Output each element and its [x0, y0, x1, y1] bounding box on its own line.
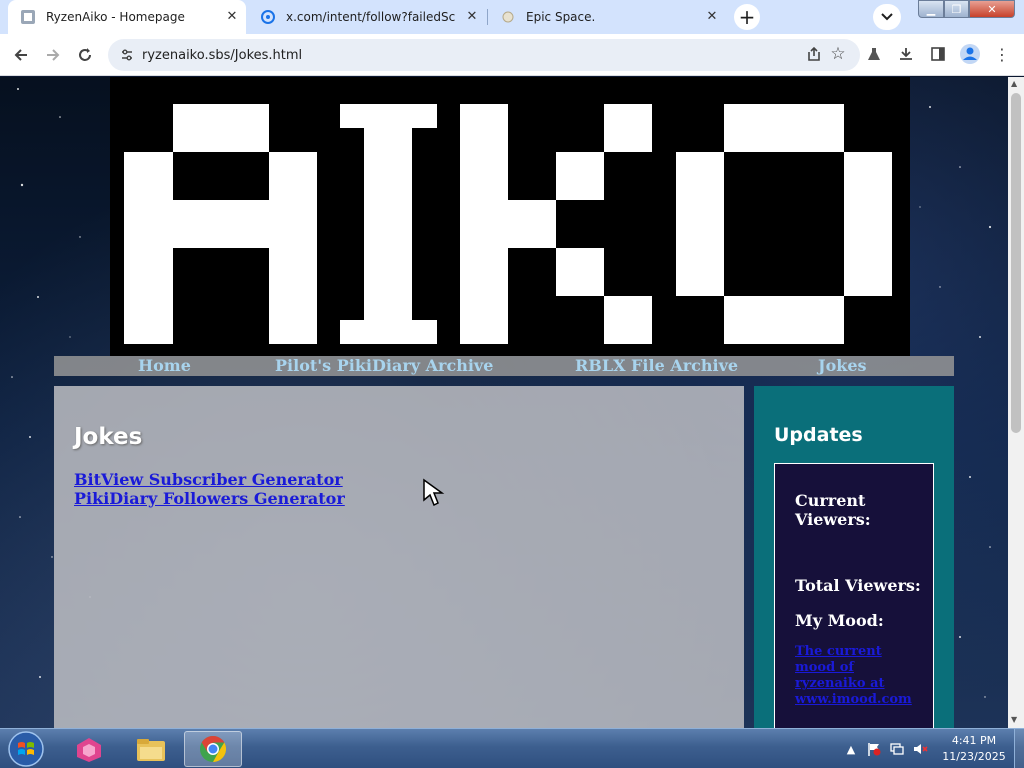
- stats-box: Current Viewers: Total Viewers: My Mood:…: [774, 463, 934, 728]
- arrow-right-icon: [47, 49, 60, 61]
- new-tab-button[interactable]: +: [734, 4, 760, 30]
- minimize-button[interactable]: ▁: [918, 0, 944, 18]
- pikidiary-generator-link[interactable]: PikiDiary Followers Generator: [74, 489, 345, 508]
- total-viewers-label: Total Viewers:: [795, 576, 921, 595]
- window-controls: ▁ ❐ ✕: [918, 0, 1015, 18]
- pink-app-icon: [77, 738, 101, 762]
- tab-title: Epic Space.: [526, 10, 596, 24]
- side-panel-button[interactable]: [926, 42, 950, 66]
- site-nav: Home Pilot's PikiDiary Archive RBLX File…: [54, 356, 954, 376]
- scroll-thumb[interactable]: [1011, 93, 1021, 433]
- back-button[interactable]: [8, 42, 34, 68]
- close-tab-icon[interactable]: ✕: [464, 9, 480, 25]
- page-viewport: Home Pilot's PikiDiary Archive RBLX File…: [0, 77, 1008, 728]
- action-center-flag-icon[interactable]: [865, 740, 883, 758]
- windows-logo-icon: [8, 731, 44, 767]
- page-scrollbar[interactable]: ▲ ▼: [1008, 77, 1024, 728]
- current-viewers-label: Current Viewers:: [795, 491, 871, 529]
- nav-pikidiary-archive-link[interactable]: Pilot's PikiDiary Archive: [275, 356, 493, 376]
- volume-muted-icon[interactable]: [911, 740, 929, 758]
- updates-sidebar: Updates Current Viewers: Total Viewers: …: [754, 386, 954, 728]
- side-panel-icon: [931, 47, 945, 61]
- network-icon[interactable]: [888, 740, 906, 758]
- taskbar-app-pinned[interactable]: [60, 731, 118, 767]
- show-desktop-button[interactable]: [1014, 729, 1024, 768]
- tab-ryzenaiko-homepage[interactable]: RyzenAiko - Homepage ✕: [8, 0, 246, 34]
- bookmark-button[interactable]: ☆: [826, 42, 850, 66]
- flask-icon: [868, 48, 880, 60]
- download-icon: [900, 48, 912, 60]
- address-bar[interactable]: ryzenaiko.sbs/Jokes.html: [108, 39, 860, 71]
- mouse-cursor-icon: [423, 478, 445, 507]
- scroll-down-icon[interactable]: ▼: [1011, 715, 1017, 724]
- download-button[interactable]: [894, 42, 918, 66]
- start-button[interactable]: [4, 730, 48, 768]
- bitview-generator-link[interactable]: BitView Subscriber Generator: [74, 470, 345, 489]
- arrow-left-icon: [14, 49, 27, 61]
- chevron-down-icon: [881, 13, 893, 21]
- forward-button[interactable]: [40, 42, 66, 68]
- nav-home-link[interactable]: Home: [138, 356, 191, 376]
- url-text: ryzenaiko.sbs/Jokes.html: [142, 47, 303, 63]
- star-icon: ☆: [830, 44, 846, 64]
- share-button[interactable]: [802, 42, 826, 66]
- site-info-icon[interactable]: [120, 48, 134, 62]
- tab-strip: RyzenAiko - Homepage ✕ x.com/intent/foll…: [0, 0, 1024, 34]
- page-title: Jokes: [74, 424, 143, 450]
- profile-button[interactable]: [958, 42, 982, 66]
- chrome-icon: [200, 735, 227, 763]
- close-tab-icon[interactable]: ✕: [224, 9, 240, 25]
- folder-icon: [137, 739, 165, 761]
- system-clock[interactable]: 4:41 PM 11/23/2025: [938, 733, 1010, 765]
- share-icon: [808, 46, 820, 61]
- maximize-button[interactable]: ❐: [944, 0, 969, 18]
- taskbar-file-explorer[interactable]: [122, 731, 180, 767]
- tab-title: x.com/intent/follow?failedScript: [286, 10, 456, 24]
- clock-date: 11/23/2025: [942, 750, 1006, 763]
- aiko-logo: [110, 77, 910, 356]
- page-icon: [20, 9, 36, 25]
- loading-icon: [260, 9, 276, 25]
- extension-button[interactable]: [862, 42, 886, 66]
- tab-epic-space[interactable]: Epic Space. ✕: [488, 0, 726, 34]
- close-window-button[interactable]: ✕: [969, 0, 1015, 18]
- more-vert-icon: ⋮: [994, 44, 1010, 64]
- main-content: Jokes BitView Subscriber Generator PikiD…: [54, 386, 744, 728]
- taskbar: ▲ 4:41 PM 11/23/2025: [0, 728, 1024, 768]
- reload-icon: [79, 48, 91, 61]
- my-mood-label: My Mood:: [795, 611, 884, 630]
- reload-button[interactable]: [72, 42, 98, 68]
- page-icon: [500, 9, 516, 25]
- tab-title: RyzenAiko - Homepage: [46, 10, 185, 24]
- close-tab-icon[interactable]: ✕: [704, 9, 720, 25]
- jokes-link-list: BitView Subscriber Generator PikiDiary F…: [74, 470, 345, 508]
- browser-toolbar: ryzenaiko.sbs/Jokes.html ☆ ⋮: [0, 34, 1024, 76]
- menu-button[interactable]: ⋮: [990, 42, 1014, 66]
- tab-search-button[interactable]: [873, 4, 901, 30]
- mood-image-link[interactable]: The current mood of ryzenaiko at www.imo…: [795, 644, 923, 708]
- scroll-up-icon[interactable]: ▲: [1011, 79, 1017, 88]
- system-tray: ▲: [842, 729, 934, 768]
- sidebar-title: Updates: [774, 424, 863, 446]
- show-hidden-icons-icon[interactable]: ▲: [842, 740, 860, 758]
- tab-x-follow[interactable]: x.com/intent/follow?failedScript ✕: [248, 0, 486, 34]
- nav-jokes-link[interactable]: Jokes: [818, 356, 867, 376]
- taskbar-chrome[interactable]: [184, 731, 242, 767]
- avatar-icon: [960, 44, 980, 64]
- clock-time: 4:41 PM: [951, 734, 997, 747]
- nav-rblx-archive-link[interactable]: RBLX File Archive: [575, 356, 738, 376]
